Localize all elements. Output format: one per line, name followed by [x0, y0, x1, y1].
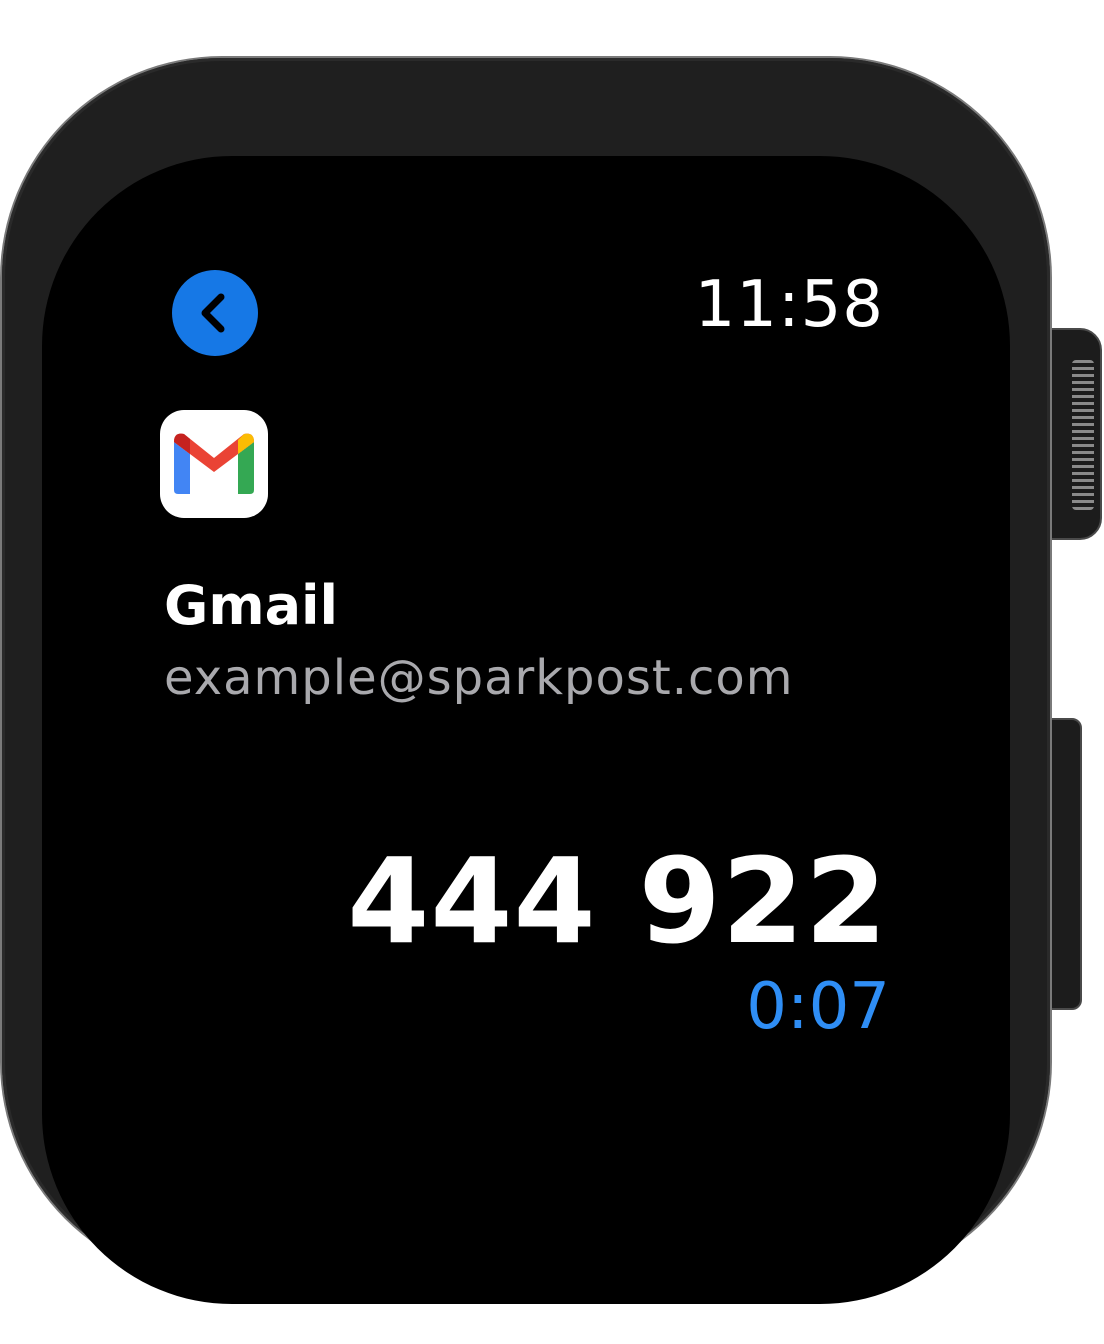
gmail-logo-icon	[174, 433, 254, 494]
crown-ridges	[1072, 360, 1094, 510]
otp-countdown: 0:07	[746, 970, 890, 1044]
back-button[interactable]	[172, 270, 258, 356]
clock-time: 11:58	[694, 268, 884, 342]
otp-code[interactable]: 444 922	[347, 832, 888, 970]
account-email: example@sparkpost.com	[164, 650, 794, 706]
account-name: Gmail	[164, 574, 339, 637]
watch-screen: 11:58 Gmail example@sparkpost.com 444 92…	[42, 156, 1010, 1304]
watch-case: 11:58 Gmail example@sparkpost.com 444 92…	[2, 58, 1050, 1304]
chevron-left-icon	[201, 293, 225, 333]
watch-device: 11:58 Gmail example@sparkpost.com 444 92…	[0, 0, 1104, 1344]
gmail-app-icon	[160, 410, 268, 518]
